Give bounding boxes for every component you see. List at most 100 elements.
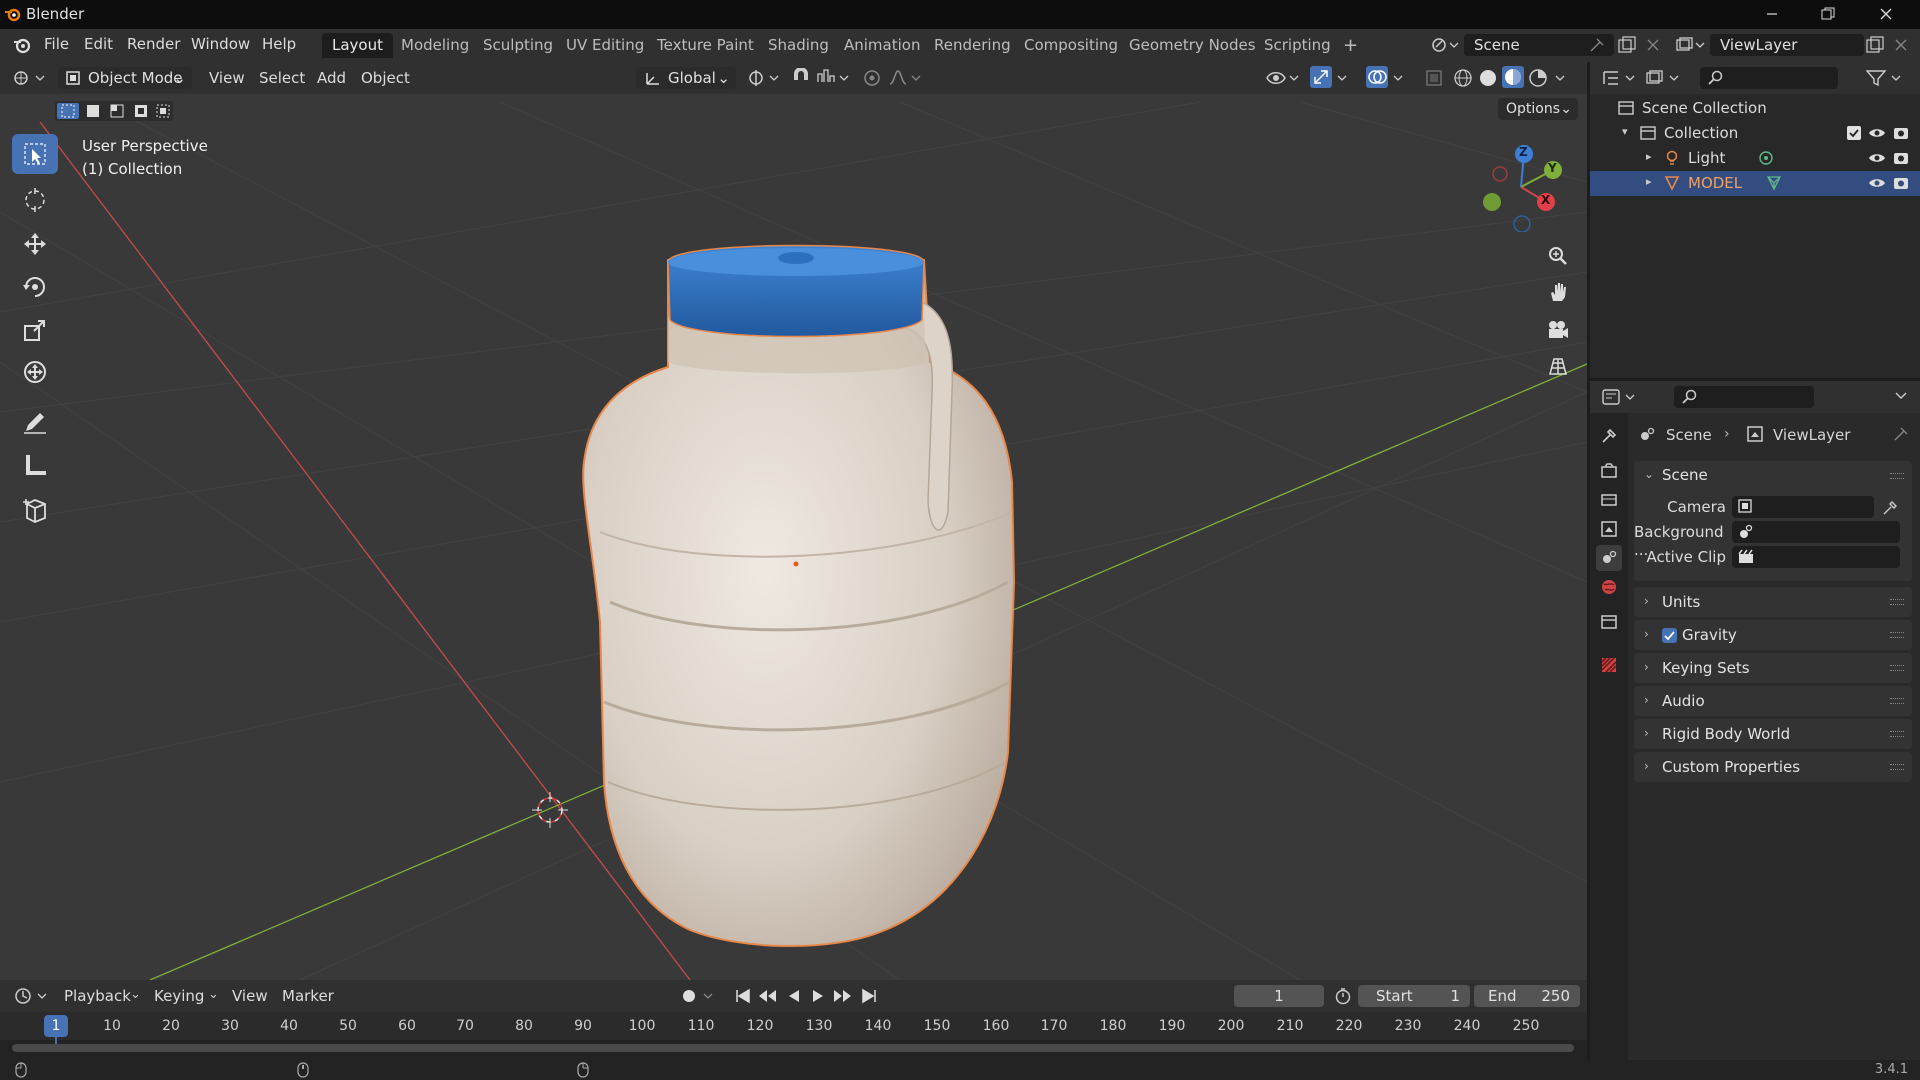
timeline-scrollbar[interactable]: [12, 1044, 1574, 1052]
wireframe-shading-icon[interactable]: [1453, 68, 1473, 88]
3d-viewport[interactable]: User Perspective (1) Collection Z Y X Op…: [0, 62, 1587, 980]
cursor-tool[interactable]: [12, 180, 58, 220]
keying-sets-panel[interactable]: › Keying Sets: [1634, 653, 1912, 683]
move-tool[interactable]: [12, 224, 58, 264]
jump-to-start-icon[interactable]: [734, 987, 752, 1005]
timeline-editor-type-icon[interactable]: [14, 987, 50, 1005]
scale-tool[interactable]: [12, 310, 58, 350]
panel-grip-icon[interactable]: [1890, 632, 1904, 638]
properties-search-input[interactable]: [1674, 386, 1814, 408]
shading-dropdown-icon[interactable]: [1554, 68, 1568, 88]
custom-properties-panel[interactable]: › Custom Properties: [1634, 752, 1912, 782]
camera-view-icon[interactable]: [1540, 312, 1576, 348]
menu-view[interactable]: View: [209, 69, 245, 87]
tab-animation[interactable]: Animation: [834, 33, 930, 58]
tab-rendering[interactable]: Rendering: [924, 33, 1021, 58]
add-workspace-button[interactable]: +: [1333, 33, 1368, 58]
outliner-editor-type-icon[interactable]: [1602, 69, 1638, 87]
gravity-panel[interactable]: › Gravity: [1634, 620, 1912, 650]
menu-window[interactable]: Window: [185, 35, 256, 53]
expand-down-icon[interactable]: ▾: [1622, 125, 1628, 138]
render-camera-icon[interactable]: [1892, 125, 1910, 141]
expand-right-icon[interactable]: ▸: [1646, 150, 1652, 163]
select-box-tool[interactable]: [12, 134, 58, 174]
current-frame-field[interactable]: 1: [1234, 985, 1324, 1007]
pin-icon[interactable]: [1590, 38, 1604, 52]
tab-shading[interactable]: Shading: [758, 33, 839, 58]
delete-viewlayer-icon[interactable]: [1894, 38, 1908, 52]
snap-magnet-icon[interactable]: [790, 68, 812, 88]
menu-help[interactable]: Help: [256, 35, 302, 53]
view-layer-tab-icon[interactable]: [1596, 516, 1622, 542]
panel-grip-icon[interactable]: [1890, 473, 1904, 479]
active-clip-field[interactable]: [1732, 546, 1900, 568]
blender-menu-icon[interactable]: [12, 35, 32, 55]
pan-hand-icon[interactable]: [1540, 274, 1576, 310]
record-keyframe-icon[interactable]: [680, 987, 716, 1005]
render-camera-icon[interactable]: [1892, 175, 1910, 191]
transform-tool[interactable]: [12, 352, 58, 392]
jar-model[interactable]: [582, 244, 1016, 948]
end-frame-field[interactable]: End 250: [1474, 985, 1580, 1007]
menu-file[interactable]: File: [38, 35, 75, 53]
pin-icon[interactable]: [1894, 427, 1908, 441]
transform-orientation-dropdown[interactable]: Global ⌄: [636, 67, 736, 89]
delete-scene-icon[interactable]: [1646, 38, 1660, 52]
proportional-editing-icon[interactable]: [862, 68, 882, 88]
panel-grip-icon[interactable]: [1890, 731, 1904, 737]
maximize-icon[interactable]: [1816, 4, 1840, 24]
rotate-tool[interactable]: [12, 267, 58, 307]
menu-marker[interactable]: Marker: [282, 987, 334, 1005]
stopwatch-icon[interactable]: [1334, 987, 1352, 1005]
xray-toggle-icon[interactable]: [1424, 68, 1444, 88]
menu-add[interactable]: Add: [317, 69, 346, 87]
chevron-down-icon[interactable]: [1894, 389, 1908, 403]
add-cube-tool[interactable]: [12, 490, 58, 530]
panel-grip-icon[interactable]: [1890, 764, 1904, 770]
pivot-point-icon[interactable]: [746, 68, 782, 88]
camera-field[interactable]: [1732, 496, 1874, 518]
prev-keyframe-icon[interactable]: [758, 987, 778, 1005]
overlay-toggle-icon[interactable]: [1366, 66, 1388, 88]
viewlayer-selector-icon[interactable]: [1676, 36, 1706, 54]
outliner-search-input[interactable]: [1700, 67, 1838, 89]
scene-tab-icon[interactable]: [1596, 545, 1622, 571]
perspective-toggle-icon[interactable]: [1540, 348, 1576, 384]
eyedropper-icon[interactable]: [1882, 500, 1898, 516]
new-viewlayer-icon[interactable]: [1866, 36, 1884, 54]
start-frame-field[interactable]: Start 1: [1358, 985, 1470, 1007]
menu-object[interactable]: Object: [361, 69, 410, 87]
outliner-row-light[interactable]: ▸ Light: [1590, 146, 1920, 171]
tab-scripting[interactable]: Scripting: [1254, 33, 1341, 58]
gravity-checkbox[interactable]: [1662, 628, 1677, 643]
rendered-shading-icon[interactable]: [1528, 68, 1548, 88]
menu-keying[interactable]: Keying: [154, 987, 204, 1005]
exclude-checkbox[interactable]: [1847, 126, 1861, 140]
measure-tool[interactable]: [12, 446, 58, 486]
jump-to-end-icon[interactable]: [860, 987, 878, 1005]
outliner-row-model[interactable]: ▸ MODEL: [1590, 171, 1920, 196]
viewlayer-name-field[interactable]: ViewLayer: [1710, 34, 1864, 56]
tab-uv-editing[interactable]: UV Editing: [556, 33, 654, 58]
output-tab-icon[interactable]: [1596, 487, 1622, 513]
falloff-curve-icon[interactable]: [888, 68, 924, 88]
chevron-down-icon[interactable]: ⌄: [1644, 467, 1654, 481]
properties-editor-type-icon[interactable]: [1602, 388, 1638, 406]
annotate-tool[interactable]: [12, 402, 58, 442]
close-icon[interactable]: [1874, 4, 1898, 24]
gizmo-toggle-icon[interactable]: [1310, 66, 1332, 88]
render-tab-icon[interactable]: [1596, 458, 1622, 484]
display-mode-icon[interactable]: [1646, 69, 1682, 87]
units-panel[interactable]: › Units: [1634, 587, 1912, 617]
scene-selector-icon[interactable]: [1430, 36, 1460, 54]
minimize-icon[interactable]: [1760, 4, 1784, 24]
menu-edit[interactable]: Edit: [78, 35, 119, 53]
menu-select[interactable]: Select: [259, 69, 305, 87]
play-reverse-icon[interactable]: [786, 987, 802, 1005]
outliner-row-scene-collection[interactable]: Scene Collection: [1590, 96, 1920, 121]
overlay-dropdown-icon[interactable]: [1392, 68, 1406, 88]
3d-cursor-icon[interactable]: [532, 792, 568, 828]
menu-playback[interactable]: Playback: [64, 987, 131, 1005]
scene-panel-title[interactable]: Scene: [1662, 466, 1708, 484]
tab-sculpting[interactable]: Sculpting: [473, 33, 563, 58]
